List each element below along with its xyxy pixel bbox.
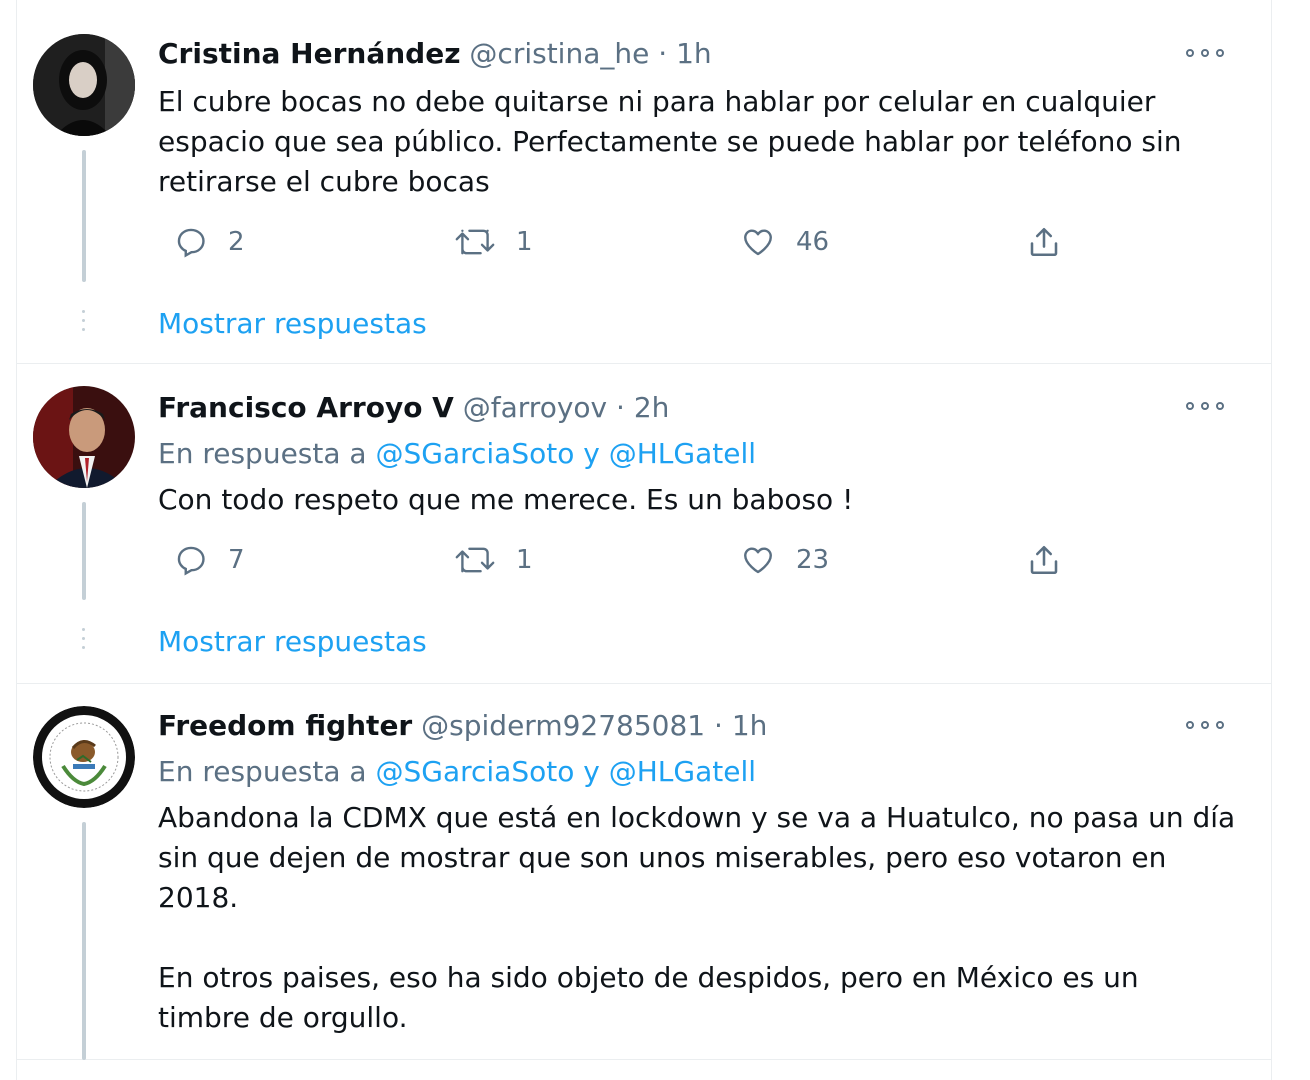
tweet-paragraph: Abandona la CDMX que está en lockdown y … [158, 801, 1236, 914]
author-handle[interactable]: @cristina_he [469, 37, 649, 70]
show-replies-link[interactable]: Mostrar respuestas [158, 306, 427, 342]
avatar[interactable] [33, 34, 135, 136]
retweet-count: 1 [516, 545, 533, 575]
reply-mentions[interactable]: @SGarciaSoto y @HLGatell [375, 437, 756, 470]
reply-icon [177, 228, 205, 258]
thread-dots [82, 310, 86, 337]
reply-mentions[interactable]: @SGarciaSoto y @HLGatell [375, 755, 756, 788]
timestamp[interactable]: 2h [634, 391, 670, 424]
author-name[interactable]: Francisco Arroyo V [158, 391, 454, 424]
reply-prefix: En respuesta a [158, 437, 367, 470]
reply-prefix: En respuesta a [158, 755, 367, 788]
tweet-paragraph: El cubre bocas no debe quitarse ni para … [158, 85, 1182, 198]
tweet-paragraph: Con todo respeto que me merece. Es un ba… [158, 483, 854, 516]
like-icon [744, 229, 772, 256]
like-count: 23 [796, 545, 830, 575]
thread-line [82, 822, 86, 1060]
tweet-text: Abandona la CDMX que está en lockdown y … [158, 798, 1238, 1038]
retweet-icon [455, 547, 495, 573]
separator: · [616, 391, 625, 424]
tweet-header: Francisco Arroyo V @farroyov · 2h [158, 390, 669, 426]
author-handle[interactable]: @spiderm92785081 [421, 709, 705, 742]
share-icon [1030, 545, 1058, 575]
thread-dots [82, 628, 86, 655]
timestamp[interactable]: 1h [676, 37, 712, 70]
avatar[interactable] [33, 386, 135, 488]
tweet-text: El cubre bocas no debe quitarse ni para … [158, 82, 1238, 202]
author-name[interactable]: Freedom fighter [158, 709, 412, 742]
author-handle[interactable]: @farroyov [463, 391, 607, 424]
reply-context: En respuesta a @SGarciaSoto y @HLGatell [158, 436, 756, 472]
retweet-icon [455, 229, 495, 255]
more-options-icon[interactable] [1186, 718, 1224, 732]
more-options-icon[interactable] [1186, 46, 1224, 60]
retweet-count: 1 [516, 227, 533, 257]
like-button[interactable]: 23 [740, 540, 829, 580]
tweet-text: Con todo respeto que me merece. Es un ba… [158, 480, 1238, 520]
share-icon [1030, 227, 1058, 257]
retweet-button[interactable]: 1 [454, 540, 533, 580]
retweet-button[interactable]: 1 [454, 222, 533, 262]
tweet-paragraph: En otros paises, eso ha sido objeto de d… [158, 961, 1139, 1034]
avatar[interactable] [33, 706, 135, 808]
like-count: 46 [796, 227, 830, 257]
reply-context: En respuesta a @SGarciaSoto y @HLGatell [158, 754, 756, 790]
reply-count: 7 [228, 545, 245, 575]
share-button[interactable] [1026, 222, 1062, 262]
share-button[interactable] [1026, 540, 1062, 580]
author-name[interactable]: Cristina Hernández [158, 37, 461, 70]
thread-line [82, 150, 86, 282]
reply-button[interactable]: 2 [174, 222, 245, 262]
like-button[interactable]: 46 [740, 222, 829, 262]
thread-line [82, 502, 86, 600]
more-options-icon[interactable] [1186, 399, 1224, 413]
tweet-header: Cristina Hernández @cristina_he · 1h [158, 36, 712, 72]
reply-count: 2 [228, 227, 245, 257]
tweet-header: Freedom fighter @spiderm92785081 · 1h [158, 708, 767, 744]
show-replies-link[interactable]: Mostrar respuestas [158, 624, 427, 660]
timestamp[interactable]: 1h [732, 709, 768, 742]
tweet-divider [16, 1059, 1272, 1060]
separator: · [714, 709, 723, 742]
separator: · [658, 37, 668, 70]
reply-icon [177, 546, 205, 576]
reply-button[interactable]: 7 [174, 540, 245, 580]
like-icon [744, 547, 772, 574]
